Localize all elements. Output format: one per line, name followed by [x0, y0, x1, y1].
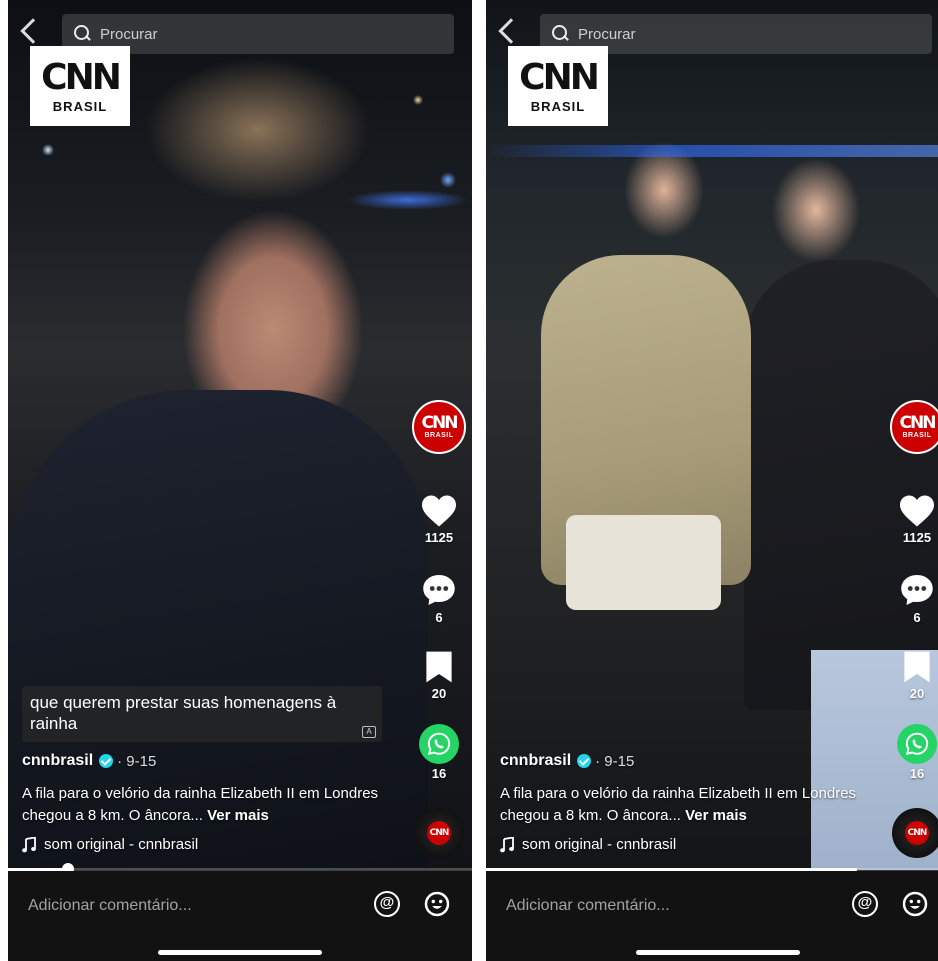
heart-icon	[900, 495, 934, 527]
bookmark-icon	[904, 651, 930, 683]
username[interactable]: cnnbrasil	[500, 752, 571, 770]
whatsapp-icon	[897, 724, 937, 764]
sound-name: som original - cnnbrasil	[44, 836, 199, 853]
comment-button[interactable]: 6	[408, 572, 470, 625]
subtitle-text: que querem prestar suas homenagens à rai…	[30, 693, 337, 733]
sound-name: som original - cnnbrasil	[522, 836, 677, 853]
comment-bar: Adicionar comentário... @	[486, 871, 938, 941]
back-arrow-icon[interactable]	[498, 18, 524, 44]
home-indicator[interactable]	[636, 950, 800, 955]
search-placeholder: Procurar	[100, 25, 158, 43]
avatar-mark: CNN	[421, 413, 459, 433]
bookmark-count: 20	[909, 686, 925, 701]
avatar-sub: BRASIL	[902, 432, 932, 439]
profile-avatar-button[interactable]: CNN BRASIL	[408, 398, 470, 458]
heart-icon	[422, 495, 456, 527]
share-whatsapp-button[interactable]: 16	[408, 724, 470, 781]
video-screen-left: Procurar CNN BRASIL CNN BRASIL 1125 6 20…	[8, 0, 472, 961]
search-icon	[74, 25, 92, 43]
emoji-icon[interactable]	[424, 891, 450, 917]
music-disc-button[interactable]: CNN	[892, 808, 938, 858]
share-count: 16	[909, 766, 925, 781]
sound-row[interactable]: som original - cnnbrasil	[22, 836, 402, 853]
description-text: A fila para o velório da rainha Elizabet…	[22, 785, 379, 824]
comment-icon	[423, 575, 455, 605]
mention-at-icon[interactable]: @	[852, 891, 878, 917]
video-frame[interactable]	[486, 0, 938, 870]
description-text: A fila para o velório da rainha Elizabet…	[500, 785, 857, 824]
music-disc-logo: CNN	[427, 821, 451, 845]
emoji-icon[interactable]	[902, 891, 928, 917]
avatar[interactable]: CNN BRASIL	[890, 400, 938, 454]
like-count: 1125	[424, 530, 454, 545]
logo-sub: BRASIL	[52, 98, 108, 114]
logo-mark: CNN	[41, 56, 122, 98]
post-date: · 9-15	[595, 752, 635, 770]
cnn-brasil-logo: CNN BRASIL	[508, 46, 608, 126]
comment-icon	[901, 575, 933, 605]
avatar-mark: CNN	[899, 413, 937, 433]
video-description: A fila para o velório da rainha Elizabet…	[22, 783, 402, 827]
author-row: cnnbrasil · 9-15	[22, 752, 402, 770]
music-disc-button[interactable]: CNN	[414, 808, 464, 858]
translate-icon[interactable]: A	[362, 726, 376, 738]
comment-button[interactable]: 6	[886, 572, 938, 625]
search-placeholder: Procurar	[578, 25, 636, 43]
bookmark-button[interactable]: 20	[886, 650, 938, 701]
logo-mark: CNN	[519, 56, 600, 98]
avatar[interactable]: CNN BRASIL	[412, 400, 466, 454]
avatar-sub: BRASIL	[424, 432, 454, 439]
comment-input[interactable]: Adicionar comentário...	[28, 897, 192, 915]
bookmark-button[interactable]: 20	[408, 650, 470, 701]
post-date: · 9-15	[117, 752, 157, 770]
whatsapp-icon	[419, 724, 459, 764]
author-row: cnnbrasil · 9-15	[500, 752, 880, 770]
caption-subtitle: que querem prestar suas homenagens à rai…	[22, 686, 382, 742]
comment-count: 6	[435, 610, 443, 625]
music-note-icon	[500, 836, 514, 852]
like-button[interactable]: 1125	[408, 494, 470, 545]
music-disc-logo: CNN	[905, 821, 929, 845]
see-more-link[interactable]: Ver mais	[207, 807, 269, 824]
verified-badge-icon	[577, 754, 592, 768]
share-count: 16	[431, 766, 447, 781]
username[interactable]: cnnbrasil	[22, 752, 93, 770]
handbag	[566, 515, 721, 610]
comment-count: 6	[913, 610, 921, 625]
video-screen-right: Procurar CNN BRASIL CNN BRASIL 1125 6 20…	[486, 0, 938, 961]
logo-sub: BRASIL	[530, 98, 586, 114]
bookmark-count: 20	[431, 686, 447, 701]
comment-input[interactable]: Adicionar comentário...	[506, 897, 670, 915]
music-note-icon	[22, 836, 36, 852]
video-description: A fila para o velório da rainha Elizabet…	[500, 783, 880, 827]
like-button[interactable]: 1125	[886, 494, 938, 545]
home-indicator[interactable]	[158, 950, 322, 955]
woman-right-coat	[744, 260, 938, 710]
search-icon	[552, 25, 570, 43]
comment-bar: Adicionar comentário... @	[8, 871, 472, 941]
like-count: 1125	[902, 530, 932, 545]
see-more-link[interactable]: Ver mais	[685, 807, 747, 824]
verified-badge-icon	[99, 754, 114, 768]
bookmark-icon	[426, 651, 452, 683]
back-arrow-icon[interactable]	[20, 18, 46, 44]
mention-at-icon[interactable]: @	[374, 891, 400, 917]
profile-avatar-button[interactable]: CNN BRASIL	[886, 398, 938, 458]
background-blue-lights	[486, 145, 938, 157]
sound-row[interactable]: som original - cnnbrasil	[500, 836, 880, 853]
share-whatsapp-button[interactable]: 16	[886, 724, 938, 781]
cnn-brasil-logo: CNN BRASIL	[30, 46, 130, 126]
